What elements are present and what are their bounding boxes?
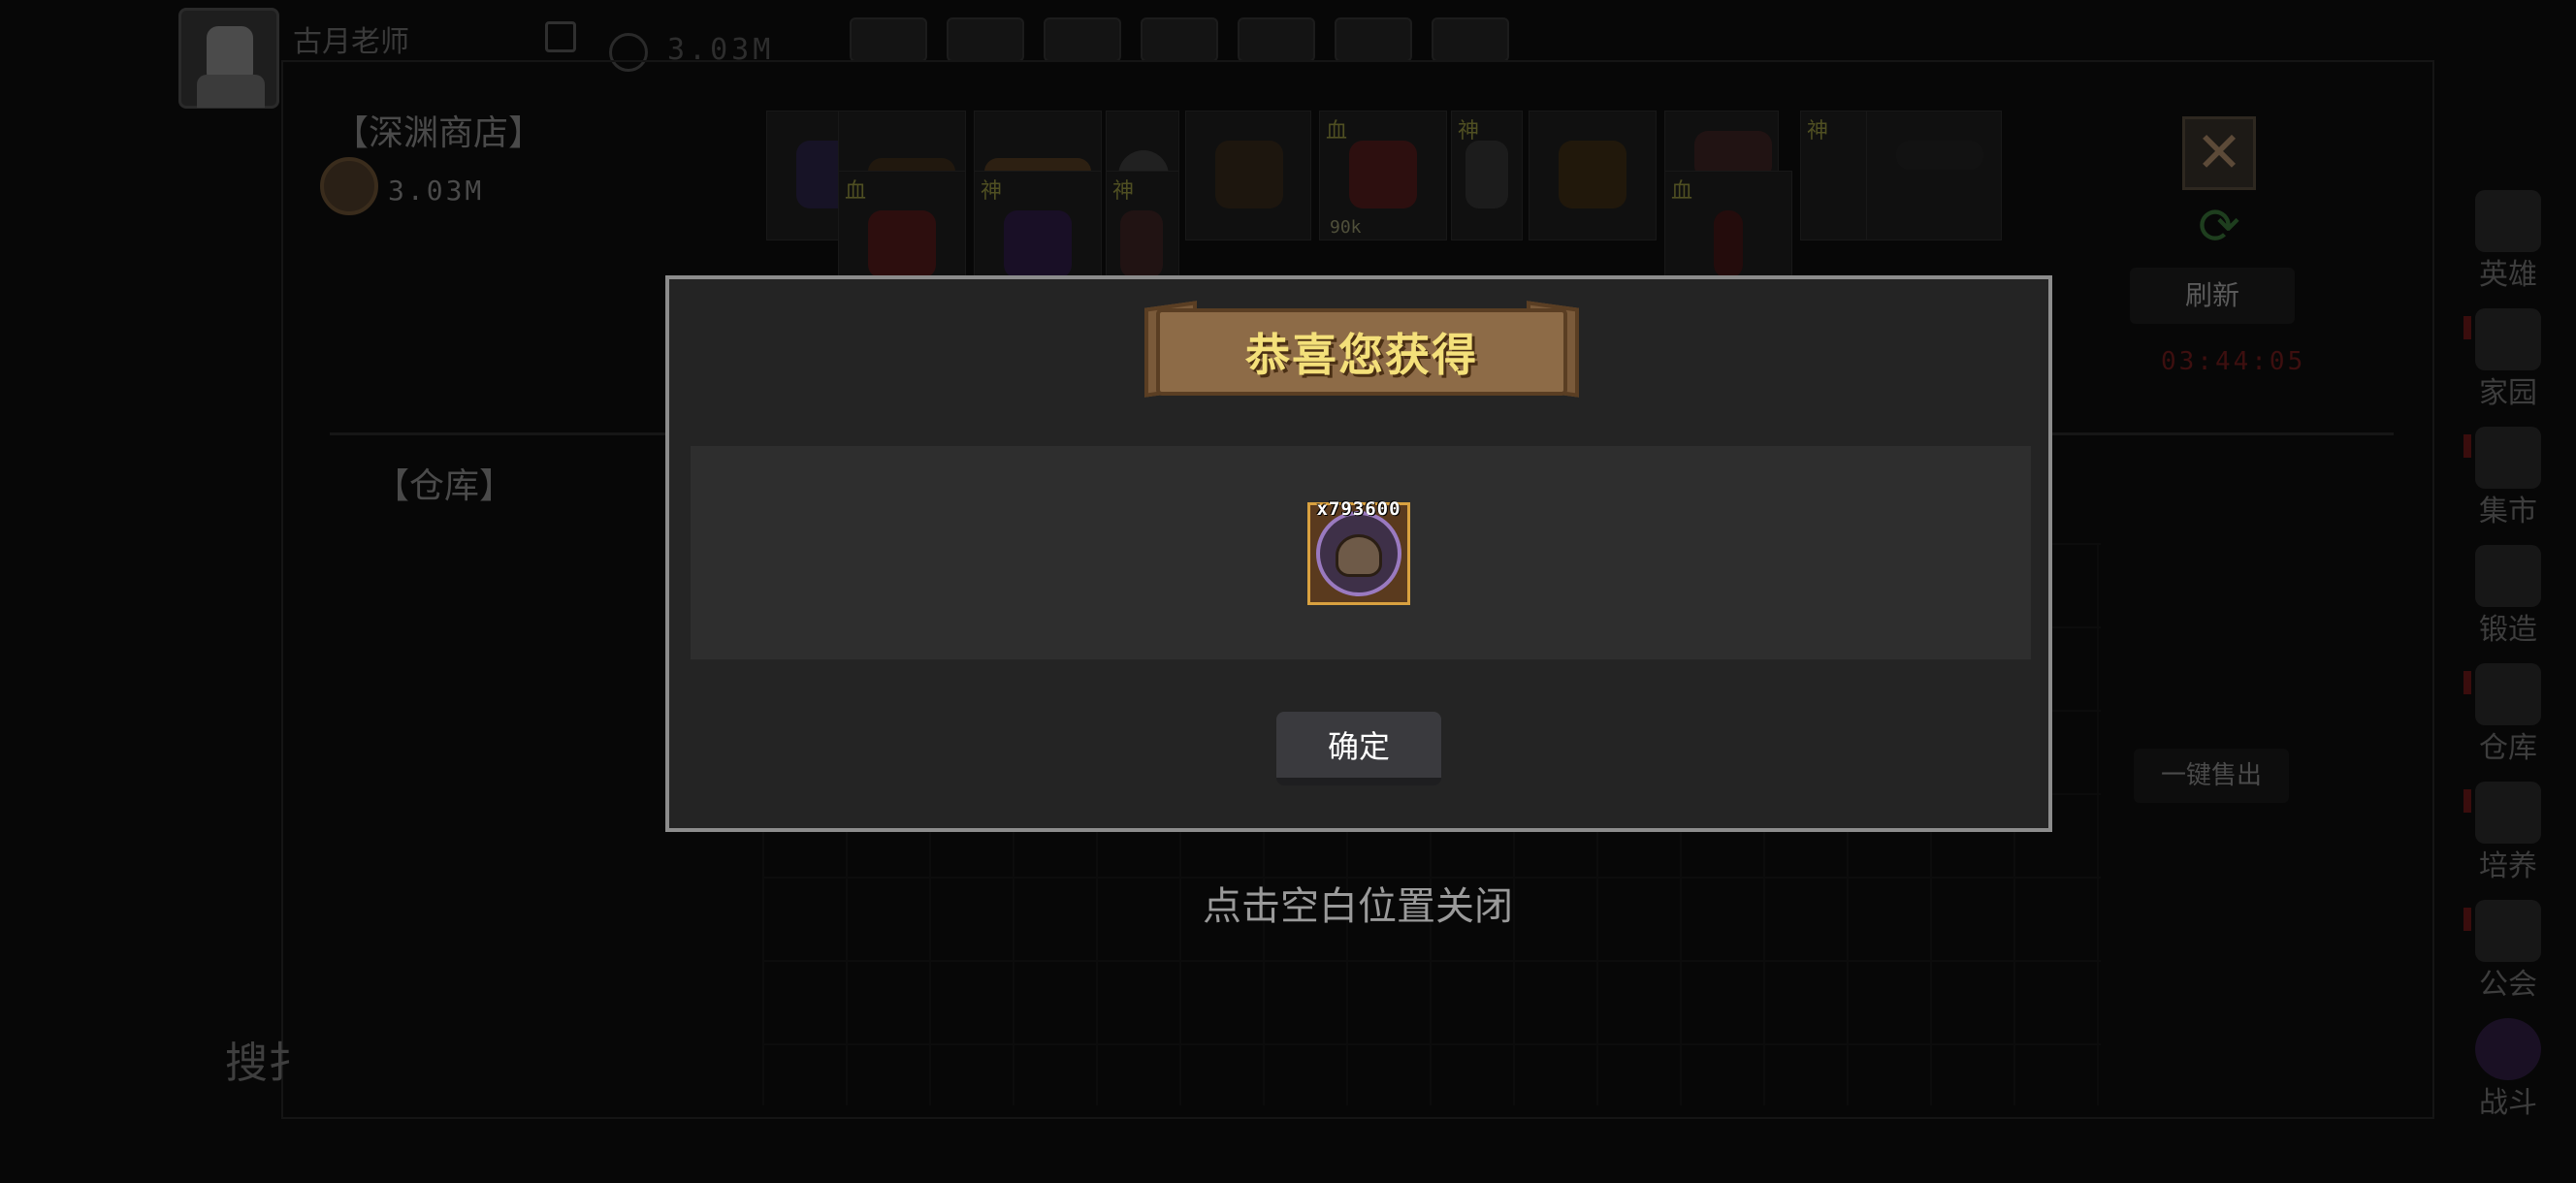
sidebar-item-label: 公会 — [2479, 968, 2537, 1002]
sidebar-item-warehouse[interactable]: 仓库 — [2463, 663, 2553, 772]
player-name: 古月老师 — [293, 25, 409, 59]
sidebar-item-home[interactable]: 家园 — [2463, 308, 2553, 417]
sidebar-item-guild[interactable]: 公会 — [2463, 900, 2553, 1008]
market-icon — [2475, 427, 2541, 489]
sidebar-item-label: 家园 — [2479, 376, 2537, 410]
edit-icon[interactable] — [545, 21, 576, 52]
search-label[interactable]: 搜扌 — [225, 1028, 310, 1090]
shop-item[interactable] — [1866, 111, 2002, 240]
dialog-title: 恭喜您获得 — [1245, 329, 1478, 381]
sidebar-item-label: 锻造 — [2479, 613, 2537, 647]
sell-all-button[interactable]: 一键售出 — [2134, 749, 2289, 803]
chat-icon[interactable] — [1044, 17, 1121, 62]
shop-item[interactable]: 血 — [1664, 171, 1792, 279]
alert-dot — [2463, 434, 2471, 458]
refresh-icon[interactable]: ⟳ — [2180, 200, 2258, 254]
item-qty: 90k — [1330, 217, 1362, 238]
item-tag: 神 — [1458, 119, 1480, 144]
close-hint[interactable]: 点击空白位置关闭 — [970, 875, 1746, 931]
alert-dot — [2463, 316, 2471, 339]
battle-icon — [2475, 1018, 2541, 1080]
sidebar-item-label: 集市 — [2479, 495, 2537, 528]
shop-item[interactable]: 神 — [974, 171, 1102, 279]
item-tag: 血 — [1671, 179, 1693, 204]
shop-item[interactable] — [1529, 111, 1657, 240]
item-tag: 神 — [981, 179, 1003, 204]
train-icon — [2475, 782, 2541, 844]
sidebar-item-label: 英雄 — [2479, 258, 2537, 292]
avatar-body-shape — [197, 75, 265, 108]
item-tag: 血 — [845, 179, 867, 204]
shop-coin-icon — [320, 157, 378, 215]
gear-icon[interactable] — [1141, 17, 1218, 62]
guild-icon — [2475, 900, 2541, 962]
shop-item[interactable]: 血 — [838, 171, 966, 279]
hero-icon — [2475, 190, 2541, 252]
item-tag: 血 — [1326, 119, 1348, 144]
bag-icon[interactable] — [1238, 17, 1315, 62]
alert-dot — [2463, 908, 2471, 931]
refresh-button[interactable]: 刷新 — [2130, 268, 2295, 324]
refresh-timer: 03:44:05 — [2161, 347, 2306, 376]
shop-item[interactable]: 神 — [1106, 171, 1179, 279]
reward-count: x793600 — [1316, 498, 1401, 520]
sidebar-item-battle[interactable]: 战斗 — [2463, 1018, 2553, 1127]
player-avatar[interactable] — [178, 8, 279, 109]
item-tag: 神 — [1807, 119, 1829, 144]
shop-gold-amount: 3.03M — [388, 175, 485, 207]
mail-icon[interactable] — [947, 17, 1024, 62]
shop-item[interactable]: 神 — [1800, 111, 1874, 240]
shop-item[interactable] — [1185, 111, 1311, 240]
warehouse-title: 【仓库】 — [374, 466, 515, 506]
reward-banner: 恭喜您获得 — [1144, 301, 1579, 403]
helmet-shape — [1336, 534, 1382, 577]
forge-icon — [2475, 545, 2541, 607]
alert-dot — [2463, 671, 2471, 694]
scroll-icon[interactable] — [1335, 17, 1412, 62]
close-shop-button[interactable]: ✕ — [2182, 116, 2256, 190]
home-icon — [2475, 308, 2541, 370]
sidebar-item-market[interactable]: 集市 — [2463, 427, 2553, 535]
sidebar-item-hero[interactable]: 英雄 — [2463, 190, 2553, 299]
sword-icon[interactable] — [1432, 17, 1509, 62]
sidebar-item-label: 仓库 — [2479, 731, 2537, 765]
sidebar-item-label: 培养 — [2479, 849, 2537, 883]
item-tag: 神 — [1112, 179, 1135, 204]
shop-item[interactable]: 神 — [1451, 111, 1523, 240]
sidebar-item-label: 战斗 — [2479, 1086, 2537, 1120]
warehouse-icon — [2475, 663, 2541, 725]
sidebar-item-train[interactable]: 培养 — [2463, 782, 2553, 890]
alert-dot — [2463, 789, 2471, 813]
shop-title: 【深渊商店】 — [334, 113, 544, 153]
shop-cart-icon[interactable] — [850, 17, 927, 62]
confirm-button[interactable]: 确定 — [1276, 712, 1441, 785]
sidebar-item-forge[interactable]: 锻造 — [2463, 545, 2553, 654]
shop-item[interactable]: 血 90k — [1319, 111, 1447, 240]
